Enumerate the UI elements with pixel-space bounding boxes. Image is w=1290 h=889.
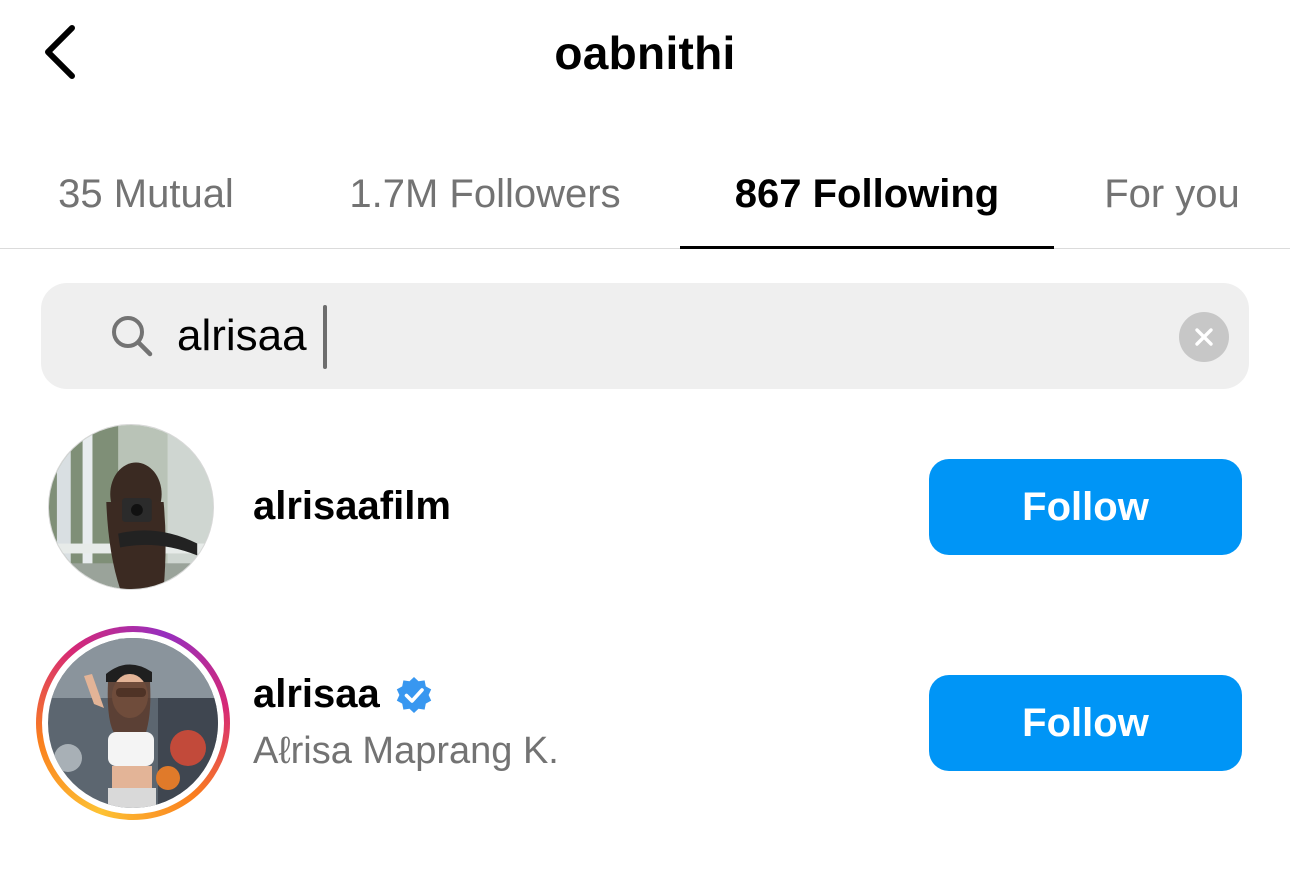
clear-icon: [1195, 328, 1213, 346]
follow-button[interactable]: Follow: [929, 459, 1242, 555]
tab-bar: 35 Mutual 1.7M Followers 867 Following F…: [0, 140, 1290, 249]
avatar-photo: [49, 425, 213, 589]
tab-following[interactable]: 867 Following: [680, 140, 1054, 249]
list-item[interactable]: alrisaa Aℓrisa Maprang K. Follow: [0, 620, 1290, 820]
search-input[interactable]: [177, 301, 1137, 371]
username[interactable]: alrisaafilm: [253, 484, 451, 529]
avatar-photo: [48, 638, 218, 808]
avatar: [48, 638, 218, 808]
text-caret: [323, 305, 327, 369]
tab-mutual[interactable]: 35 Mutual: [30, 140, 262, 248]
tab-followers[interactable]: 1.7M Followers: [318, 140, 652, 248]
clear-search-button[interactable]: [1179, 312, 1229, 362]
avatar[interactable]: [48, 424, 214, 590]
username-text: alrisaa: [253, 672, 380, 716]
search-icon: [112, 316, 153, 357]
header-bar: oabnithi: [0, 0, 1290, 110]
tab-for-you[interactable]: For you: [1080, 140, 1264, 248]
verified-badge-icon: [396, 676, 431, 713]
story-ring-avatar[interactable]: [36, 626, 230, 820]
search-bar: [41, 283, 1249, 389]
follow-button[interactable]: Follow: [929, 675, 1242, 771]
username[interactable]: alrisaa: [253, 672, 434, 717]
list-item[interactable]: alrisaafilm Follow: [0, 408, 1290, 608]
avatar-ring-gap: [42, 632, 224, 814]
full-name: Aℓrisa Maprang K.: [253, 730, 559, 772]
page-title: oabnithi: [554, 27, 736, 79]
username-text: alrisaafilm: [253, 484, 451, 528]
